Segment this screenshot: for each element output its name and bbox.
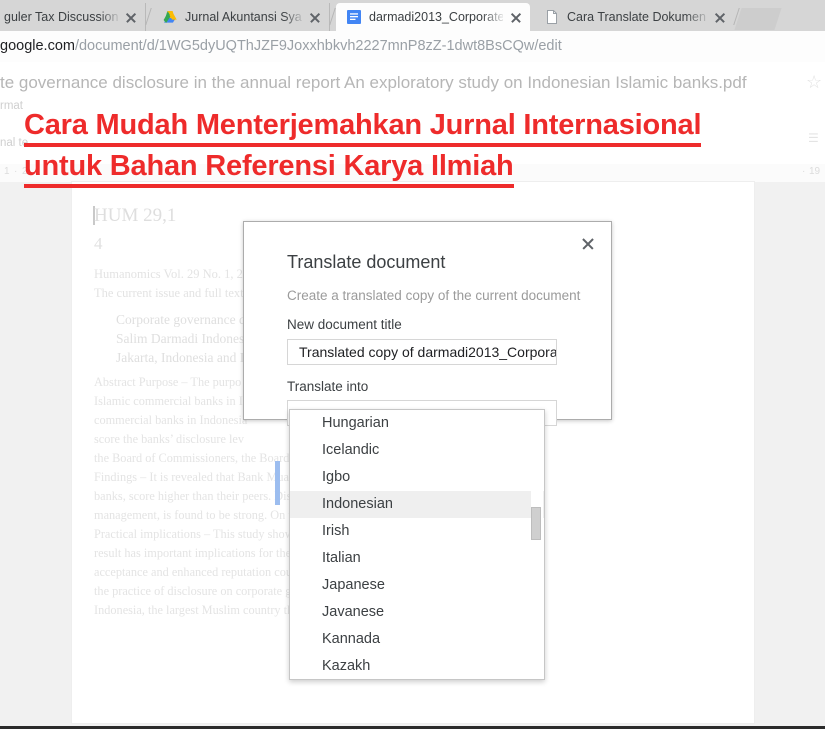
dialog-backdrop: Translate document Create a translated c…	[0, 0, 825, 729]
dialog-subtitle: Create a translated copy of the current …	[287, 288, 581, 303]
dialog-title: Translate document	[287, 252, 446, 272]
browser-tab-3-close-icon[interactable]	[508, 9, 524, 25]
language-option-selected[interactable]: Indonesian	[290, 491, 544, 518]
language-dropdown-listbox[interactable]: Hungarian Icelandic Igbo Indonesian Iris…	[289, 409, 545, 680]
new-document-title-label: New document title	[287, 317, 402, 332]
browser-tab-3-active[interactable]: darmadi2013_Corporate	[336, 3, 530, 31]
language-option[interactable]: Igbo	[290, 464, 544, 491]
translate-into-label: Translate into	[287, 379, 369, 394]
language-option[interactable]: Icelandic	[290, 437, 544, 464]
language-option[interactable]: Kazakh	[290, 653, 544, 679]
select-focus-indicator	[275, 461, 280, 505]
dropdown-scrollbar-track[interactable]	[531, 411, 543, 679]
language-option[interactable]: Japanese	[290, 572, 544, 599]
language-option[interactable]: Javanese	[290, 599, 544, 626]
translate-document-dialog: Translate document Create a translated c…	[243, 221, 612, 426]
language-option[interactable]: Kannada	[290, 626, 544, 653]
language-option[interactable]: Irish	[290, 518, 544, 545]
language-option[interactable]: Italian	[290, 545, 544, 572]
language-option[interactable]: Hungarian	[290, 410, 544, 437]
new-document-title-input[interactable]	[287, 339, 557, 365]
dropdown-scrollbar-thumb[interactable]	[531, 507, 541, 540]
google-docs-icon	[346, 9, 362, 25]
browser-tab-3-label: darmadi2013_Corporate	[369, 10, 503, 24]
close-icon[interactable]	[576, 232, 600, 256]
